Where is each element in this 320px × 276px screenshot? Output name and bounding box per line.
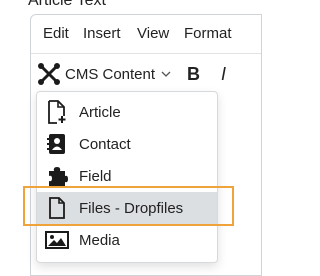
menu-view[interactable]: View <box>137 25 169 43</box>
dropdown-item-label: Field <box>79 167 112 185</box>
menu-edit[interactable]: Edit <box>43 25 69 43</box>
cms-content-button[interactable]: CMS Content <box>37 61 177 87</box>
italic-button[interactable]: I <box>221 64 226 85</box>
image-icon <box>45 228 69 252</box>
dropdown-item-article[interactable]: Article <box>37 96 217 128</box>
chevron-down-icon <box>161 71 171 77</box>
cms-content-dropdown: Article Contact Field Files - Dropfiles … <box>36 91 218 263</box>
puzzle-piece-icon <box>45 164 69 188</box>
menu-insert[interactable]: Insert <box>83 25 121 43</box>
dropdown-item-label: Files - Dropfiles <box>79 199 184 217</box>
dropdown-item-media[interactable]: Media <box>37 224 217 256</box>
menu-format[interactable]: Format <box>184 25 232 43</box>
editor-toolbar: CMS Content B I <box>31 54 261 96</box>
dropdown-item-field[interactable]: Field <box>37 160 217 192</box>
editor-menubar: Edit Insert View Format <box>31 15 261 54</box>
dropdown-item-contact[interactable]: Contact <box>37 128 217 160</box>
dropdown-item-label: Article <box>79 103 121 121</box>
dropdown-item-label: Contact <box>79 135 131 153</box>
dropdown-item-files-dropfiles[interactable]: Files - Dropfiles <box>37 192 217 224</box>
file-icon <box>45 196 69 220</box>
file-plus-icon <box>45 100 69 124</box>
contact-card-icon <box>45 132 69 156</box>
bold-button[interactable]: B <box>187 64 200 85</box>
dropdown-item-label: Media <box>79 231 120 249</box>
cms-content-label: CMS Content <box>65 65 156 83</box>
joomla-icon <box>38 63 60 85</box>
field-label: Article Text <box>28 0 106 9</box>
